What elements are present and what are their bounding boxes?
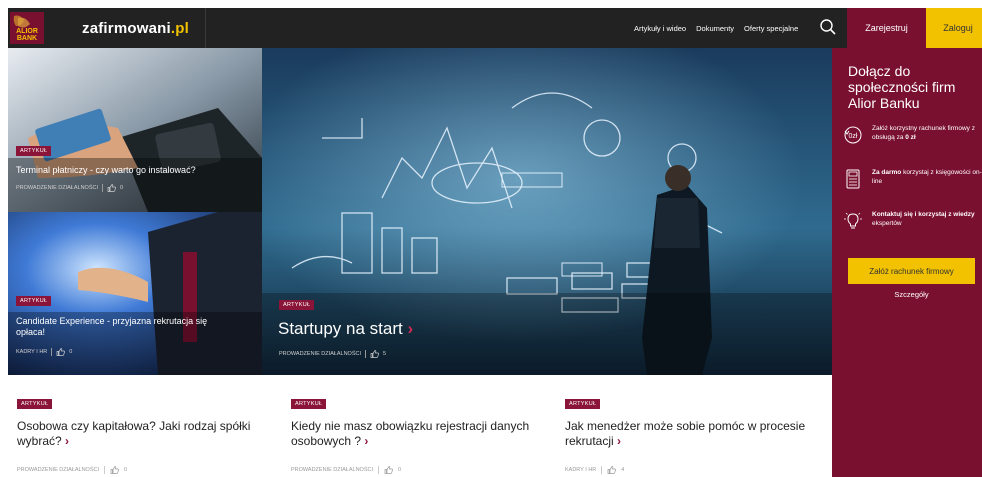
article-card[interactable]: ARTYKUŁ Osobowa czy kapitałowa? Jaki rod…	[17, 392, 267, 474]
meta-separator	[601, 466, 603, 474]
article-badge: ARTYKUŁ	[17, 399, 53, 409]
category-link[interactable]: PROWADZENIE DZIAŁALNOŚCI	[16, 185, 98, 191]
meta-separator	[365, 350, 367, 358]
like-thumb-icon[interactable]	[607, 466, 617, 474]
tile-meta: PROWADZENIE DZIAŁALNOŚCI 0	[16, 184, 123, 192]
benefit-experts: Kontaktuj się i korzystaj z wiedzy ekspe…	[842, 210, 982, 232]
benefit-1-text: Załóż korzystny rachunek firmowy z obsłu…	[872, 125, 975, 141]
tile-candidate-article[interactable]: ARTYKUŁ Candidate Experience - przyjazna…	[8, 212, 262, 375]
article-card[interactable]: ARTYKUŁ Kiedy nie masz obowiązku rejestr…	[291, 392, 541, 474]
register-button[interactable]: Zarejestruj	[847, 8, 926, 48]
logo-text-bank: BANK	[16, 35, 38, 42]
category-link[interactable]: PROWADZENIE DZIAŁALNOŚCI	[291, 467, 373, 473]
site-tld: .pl	[170, 19, 189, 37]
article-title-text: Osobowa czy kapitałowa? Jaki rodzaj spół…	[17, 419, 251, 448]
benefit-3-highlight: Kontaktuj się i korzystaj z wiedzy	[872, 211, 975, 218]
tile-meta: KADRY I HR 0	[16, 348, 72, 356]
article-meta: PROWADZENIE DZIAŁALNOŚCI 0	[17, 466, 267, 474]
nav-documents[interactable]: Dokumenty	[696, 24, 734, 33]
site-name: zafirmowani	[82, 19, 171, 37]
account-zero-fee-icon: 0zł	[844, 126, 862, 144]
article-badge: ARTYKUŁ	[291, 399, 327, 409]
article-card[interactable]: ARTYKUŁ Jak menedżer może sobie pomóc w …	[565, 392, 815, 474]
site-name-link[interactable]: zafirmowani.pl	[82, 20, 189, 37]
alior-promo-panel: Dołącz do społeczności firm Alior Banku …	[832, 48, 982, 477]
category-link[interactable]: PROWADZENIE DZIAŁALNOŚCI	[17, 467, 99, 473]
tile-startupy-hero[interactable]: ARTYKUŁ Startupy na start › PROWADZENIE …	[262, 48, 832, 375]
chevron-right-icon: ›	[364, 434, 369, 448]
article-title[interactable]: Kiedy nie masz obowiązku rejestracji dan…	[291, 419, 541, 449]
like-count: 4	[621, 467, 625, 473]
benefit-2-highlight: Za darmo	[872, 169, 902, 176]
article-title[interactable]: Osobowa czy kapitałowa? Jaki rodzaj spół…	[17, 419, 267, 449]
benefit-account: 0zł Załóż korzystny rachunek firmowy z o…	[842, 124, 982, 146]
article-badge: ARTYKUŁ	[16, 146, 52, 156]
svg-text:0zł: 0zł	[849, 133, 858, 140]
category-link[interactable]: PROWADZENIE DZIAŁALNOŚCI	[279, 351, 361, 357]
meta-separator	[104, 466, 106, 474]
promo-heading: Dołącz do społeczności firm Alior Banku	[848, 63, 956, 111]
meta-separator	[51, 348, 53, 356]
search-icon[interactable]	[819, 18, 837, 36]
calculator-icon	[846, 169, 860, 189]
category-link[interactable]: KADRY I HR	[16, 349, 47, 355]
alior-bank-logo[interactable]: ALIOR BANK	[10, 12, 44, 44]
like-count: 5	[383, 351, 387, 357]
tile-title[interactable]: Candidate Experience - przyjazna rekruta…	[16, 316, 216, 338]
article-title-text: Kiedy nie masz obowiązku rejestracji dan…	[291, 419, 530, 448]
tile-terminal-article[interactable]: ARTYKUŁ Terminal płatniczy - czy warto g…	[8, 48, 262, 212]
like-thumb-icon[interactable]	[107, 184, 116, 192]
nav-articles-videos[interactable]: Artykuły i wideo	[634, 24, 686, 33]
benefit-1-highlight: 0 zł	[905, 134, 916, 141]
article-meta: PROWADZENIE DZIAŁALNOŚCI 0	[291, 466, 541, 474]
chevron-right-icon: ›	[407, 319, 414, 338]
lightbulb-icon	[844, 212, 862, 229]
like-thumb-icon[interactable]	[110, 466, 119, 474]
details-link[interactable]: Szczegóły	[848, 290, 975, 299]
article-badge: ARTYKUŁ	[16, 296, 52, 306]
hero-title[interactable]: Startupy na start ›	[278, 319, 413, 339]
header-divider	[205, 8, 206, 48]
meta-separator	[102, 184, 104, 192]
like-thumb-icon[interactable]	[370, 350, 379, 358]
article-title[interactable]: Jak menedżer może sobie pomóc w procesie…	[565, 419, 815, 449]
hero-title-text: Startupy na start	[278, 319, 403, 338]
like-count: 0	[120, 185, 124, 191]
logo-text-alior: ALIOR	[16, 28, 38, 35]
article-badge: ARTYKUŁ	[279, 300, 315, 310]
like-count: 0	[124, 467, 128, 473]
nav-special-offers[interactable]: Oferty specjalne	[744, 24, 798, 33]
open-account-button[interactable]: Załóż rachunek firmowy	[848, 258, 975, 284]
like-count: 0	[69, 349, 73, 355]
benefit-accounting: Za darmo korzystaj z księgowości on-line	[842, 168, 982, 190]
like-thumb-icon[interactable]	[384, 466, 393, 474]
meta-separator	[378, 466, 380, 474]
login-button[interactable]: Zaloguj	[926, 8, 982, 48]
chevron-right-icon: ›	[617, 434, 622, 448]
article-badge: ARTYKUŁ	[565, 399, 601, 409]
tile-title[interactable]: Terminal płatniczy - czy warto go instal…	[16, 165, 256, 176]
category-link[interactable]: KADRY I HR	[565, 467, 596, 473]
like-thumb-icon[interactable]	[56, 348, 66, 356]
tile-meta: PROWADZENIE DZIAŁALNOŚCI 5	[279, 350, 386, 358]
article-meta: KADRY I HR 4	[565, 466, 815, 474]
top-navigation-bar: ALIOR BANK zafirmowani.pl Artykuły i wid…	[8, 8, 982, 48]
benefit-3-text: ekspertów	[872, 220, 902, 227]
main-nav: Artykuły i wideo Dokumenty Oferty specja…	[634, 8, 798, 48]
chevron-right-icon: ›	[65, 434, 70, 448]
like-count: 0	[398, 467, 402, 473]
article-title-text: Jak menedżer może sobie pomóc w procesie…	[565, 419, 806, 448]
